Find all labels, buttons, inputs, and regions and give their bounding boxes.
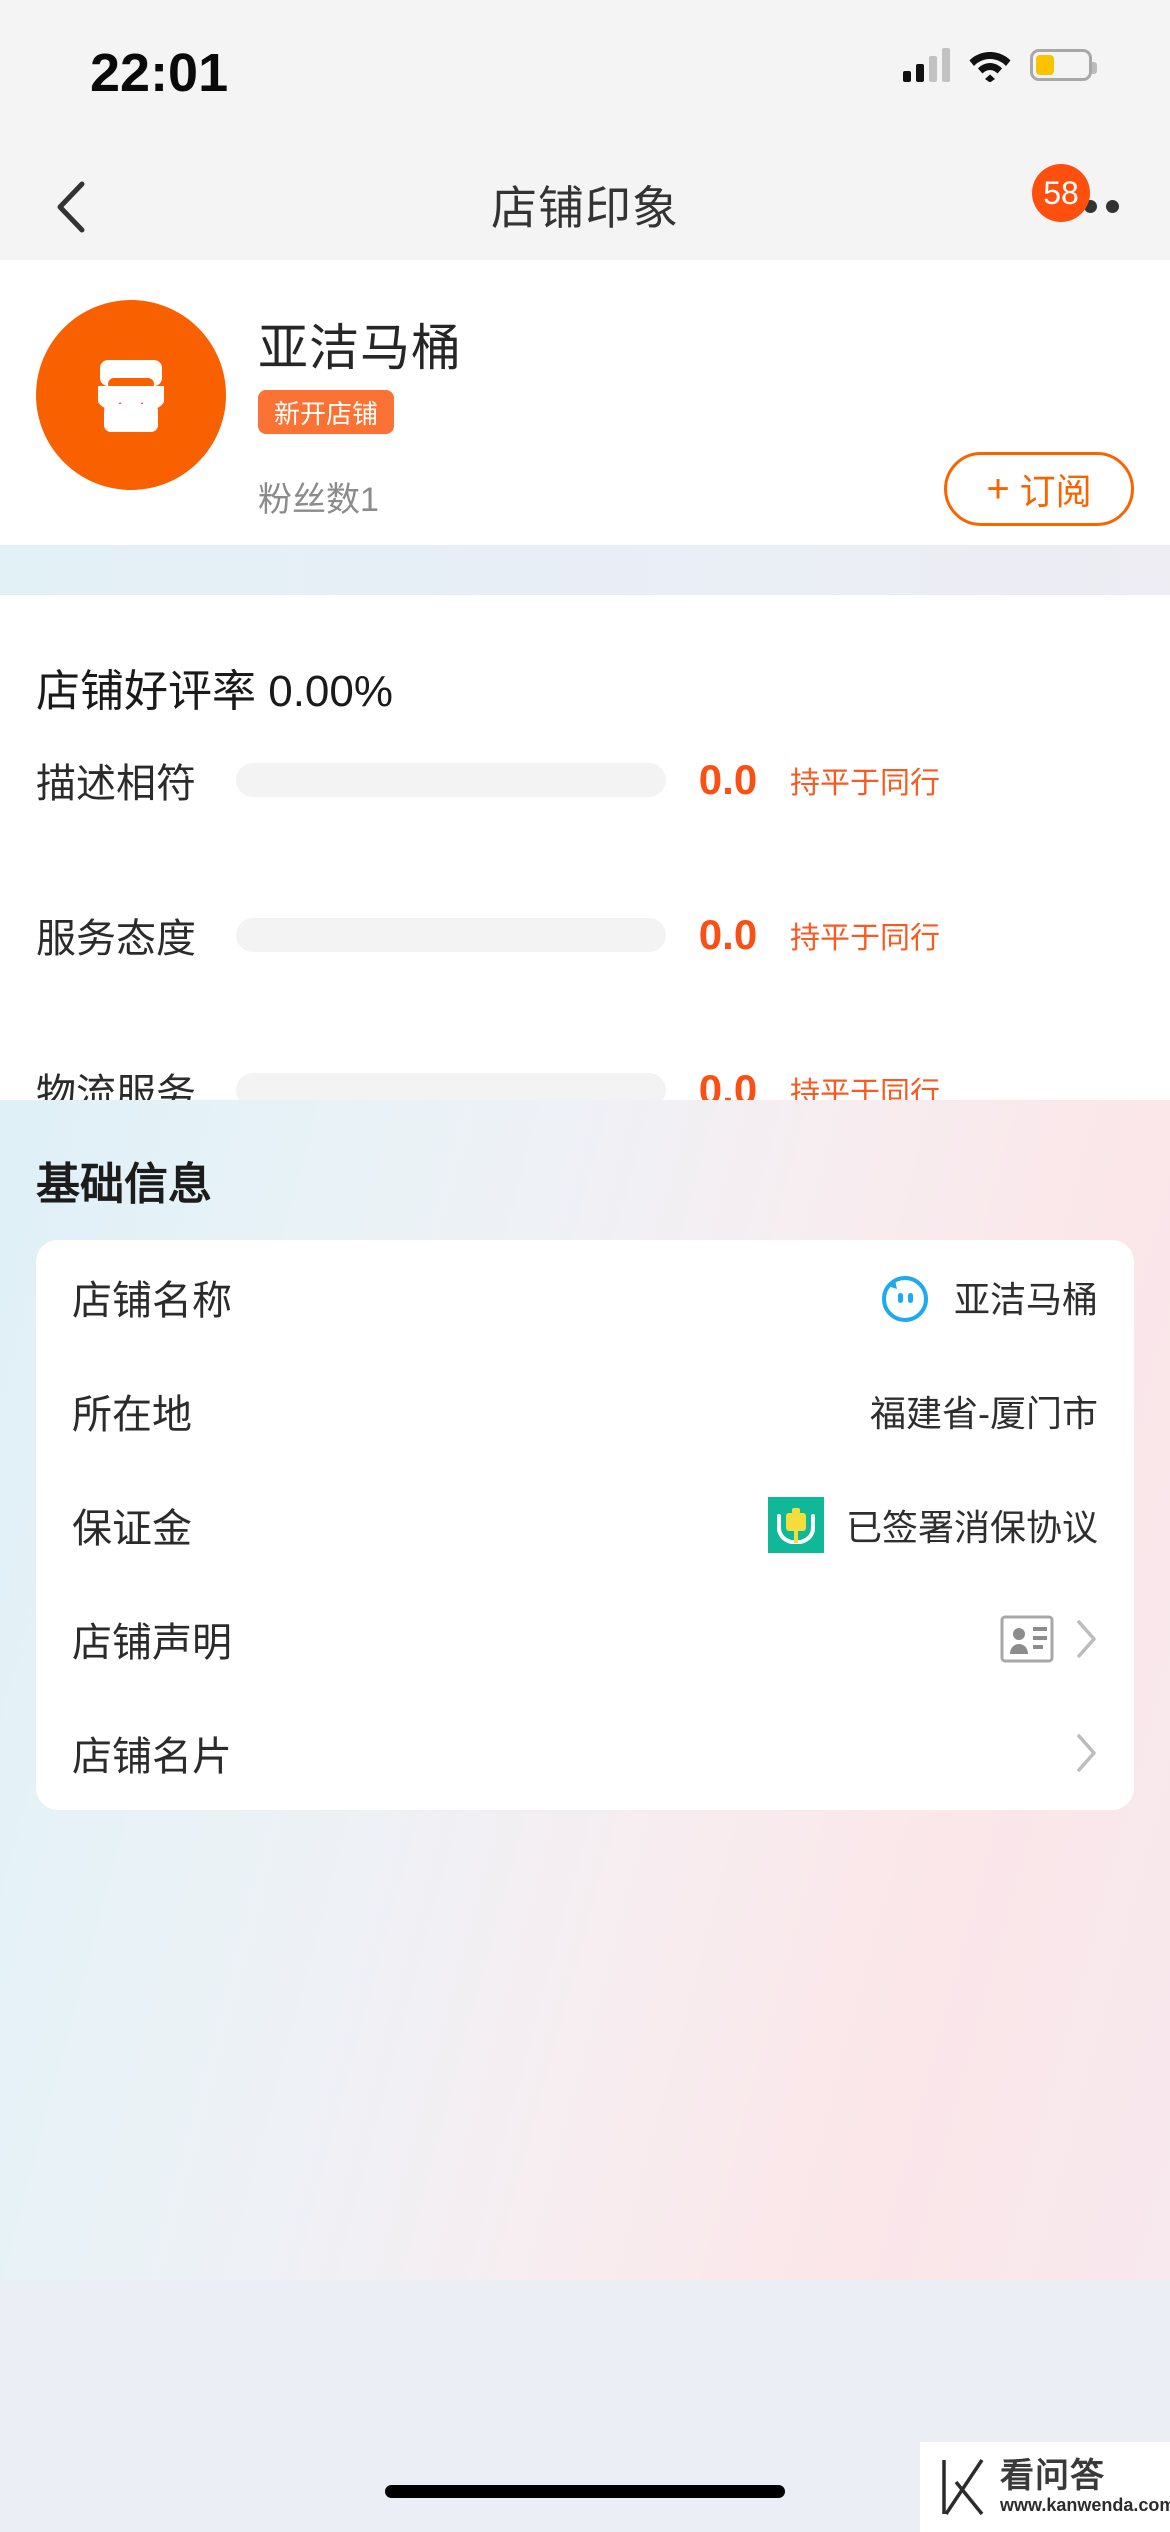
info-row-shop-statement[interactable]: 店铺声明: [36, 1582, 1134, 1696]
rating-label: 服务态度: [36, 917, 196, 961]
chevron-right-icon: [1077, 1734, 1096, 1772]
info-row-key: 店铺名片: [72, 1735, 232, 1779]
info-row-location: 所在地 福建省-厦门市: [36, 1354, 1134, 1468]
rating-progress-bar: [236, 763, 666, 797]
rating-row: 描述相符 0.0 持平于同行: [0, 750, 1170, 810]
basic-info-section: 基础信息 店铺名称 亚洁马桶 所在地 福建省-厦门市 保证金 已签署消保协议 店…: [0, 1100, 1170, 2280]
shop-name: 亚洁马桶: [258, 320, 462, 376]
status-bar: 22:01: [0, 0, 1170, 150]
subscribe-button[interactable]: + 订阅: [944, 452, 1134, 526]
home-indicator: [385, 2485, 785, 2498]
rating-score: 0.0: [698, 756, 758, 803]
shop-tag-badge: 新开店铺: [258, 390, 395, 434]
kanwenda-k-logo-icon: [942, 2459, 984, 2516]
info-row-key: 店铺声明: [72, 1621, 232, 1665]
shop-storefront-icon: [98, 360, 164, 432]
rating-progress-bar: [236, 918, 666, 952]
deposit-guarantee-icon: [767, 1497, 824, 1553]
rating-label: 描述相符: [36, 762, 196, 806]
shop-rating-label: 店铺好评率: [36, 667, 256, 716]
status-time: 22:01: [90, 43, 229, 103]
info-row-shop-card[interactable]: 店铺名片: [36, 1696, 1134, 1810]
info-row-key: 所在地: [72, 1393, 192, 1437]
chevron-right-icon: [1077, 1620, 1096, 1658]
battery-low-power-icon: [1030, 49, 1097, 81]
rating-comparison: 持平于同行: [790, 922, 940, 955]
plus-icon: +: [986, 467, 1010, 511]
info-row-deposit: 保证金 已签署消保协议: [36, 1468, 1134, 1582]
phone-screen: 22:01 店铺印象 58 亚洁马桶 新开店铺 粉丝数1 + 订阅 店铺好评率 …: [0, 0, 1170, 2532]
more-dots-icon: [1105, 199, 1119, 213]
shop-rating-heading: 店铺好评率 0.00%: [36, 655, 393, 719]
info-row-value: 福建省-厦门市: [870, 1393, 1098, 1434]
page-title: 店铺印象: [491, 182, 679, 234]
shop-rating-value: 0.00%: [268, 667, 393, 716]
avatar[interactable]: [36, 300, 226, 490]
info-row-key: 店铺名称: [72, 1279, 232, 1323]
ratings-section: 店铺好评率 0.00% 描述相符 0.0 持平于同行 服务态度 0.0 持平于同…: [0, 595, 1170, 1116]
cellular-signal-icon: [903, 48, 950, 82]
info-row-value: 亚洁马桶: [953, 1279, 1098, 1320]
subscribe-label: 订阅: [1019, 471, 1092, 512]
nav-bar: 店铺印象 58: [0, 150, 1170, 260]
basic-info-title: 基础信息: [36, 1160, 212, 1209]
rating-score: 0.0: [698, 911, 758, 958]
more-menu-button[interactable]: 58: [1032, 164, 1128, 228]
wifi-icon: [968, 48, 1012, 83]
fans-count: 粉丝数1: [258, 481, 379, 519]
info-row-value: 已签署消保协议: [845, 1507, 1098, 1548]
rating-comparison: 持平于同行: [790, 767, 940, 800]
watermark: 看问答 www.kanwenda.com: [920, 2442, 1170, 2532]
notification-badge: 58: [1032, 164, 1090, 222]
status-icons: [903, 48, 1097, 83]
blue-face-badge-icon: [881, 1276, 928, 1322]
info-row-key: 保证金: [72, 1507, 192, 1551]
id-card-icon: [1000, 1615, 1054, 1663]
watermark-name: 看问答: [1000, 2456, 1105, 2495]
shop-header: 亚洁马桶 新开店铺 粉丝数1 + 订阅: [0, 260, 1170, 545]
basic-info-card: 店铺名称 亚洁马桶 所在地 福建省-厦门市 保证金 已签署消保协议 店铺声明 店…: [36, 1240, 1134, 1810]
gradient-divider: [0, 545, 1170, 595]
info-row-shop-name: 店铺名称 亚洁马桶: [36, 1240, 1134, 1354]
rating-row: 服务态度 0.0 持平于同行: [0, 905, 1170, 965]
watermark-url: www.kanwenda.com: [1000, 2495, 1170, 2516]
